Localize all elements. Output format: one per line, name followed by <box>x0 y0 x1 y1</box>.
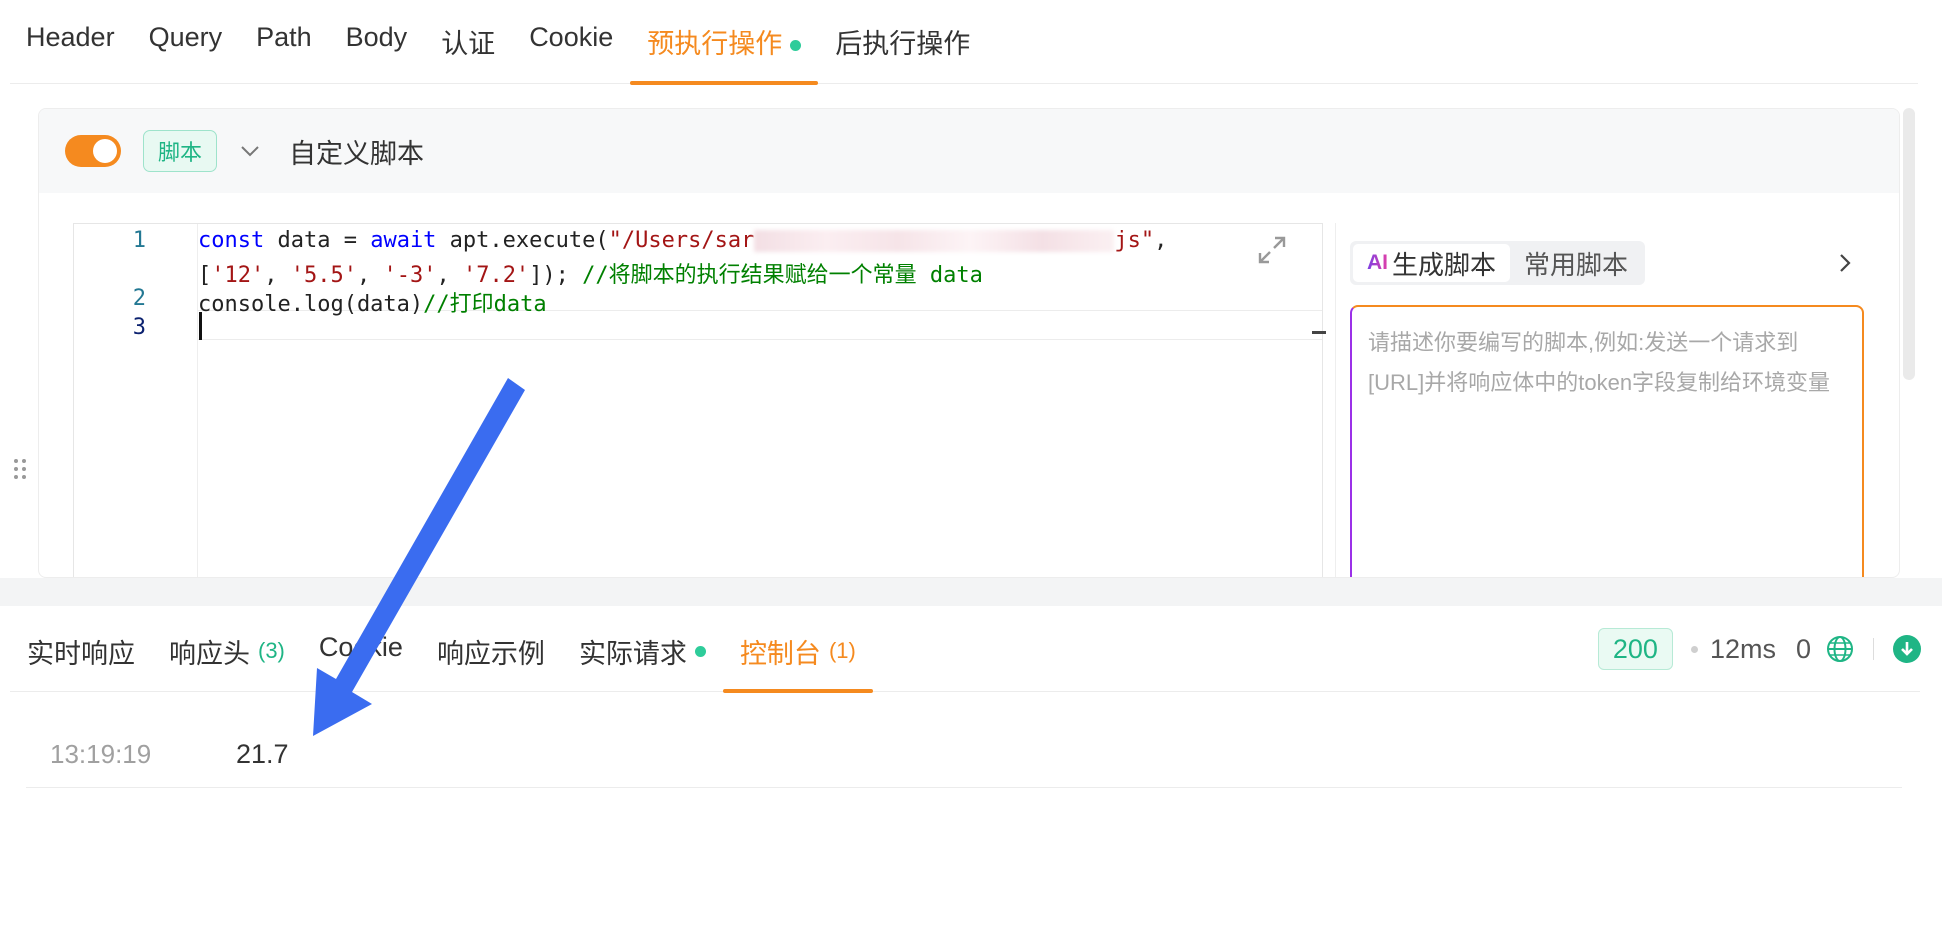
request-tabs: Header Query Path Body 认证 Cookie 预执行操作 后… <box>10 0 1918 85</box>
code-comment: //打印data <box>423 292 547 317</box>
status-dot <box>694 646 706 657</box>
tab-header[interactable]: Header <box>10 0 132 84</box>
tab-label: Body <box>345 22 408 52</box>
line-number: 2 <box>132 286 146 311</box>
status-code-badge: 200 <box>1597 628 1673 670</box>
pane-splitter[interactable] <box>0 578 1942 606</box>
line-gutter: 1 2 3 <box>74 224 198 577</box>
panel-scrollbar[interactable] <box>1903 108 1915 380</box>
tab-label: 控制台 <box>739 639 821 669</box>
code-line-1: const data = await apt.execute("/Users/s… <box>198 228 1167 253</box>
code-editor[interactable]: 1 2 3 const data = await apt.execute("/U… <box>73 223 1323 577</box>
ai-prompt-input[interactable] <box>1368 323 1846 577</box>
text-caret <box>199 312 202 340</box>
tab-body[interactable]: Body <box>329 0 425 84</box>
code-text: console.log(data) <box>198 292 424 317</box>
tab-count: (3) <box>258 638 285 663</box>
tab-response-cookie[interactable]: Cookie <box>302 606 420 692</box>
tab-generate-script[interactable]: AI 生成脚本 <box>1353 244 1511 282</box>
log-timestamp: 13:19:19 <box>50 739 152 769</box>
tab-label: 预执行操作 <box>647 29 783 59</box>
tab-label: 响应示例 <box>436 639 545 669</box>
tab-response-examples[interactable]: 响应示例 <box>420 606 562 692</box>
tab-auth[interactable]: 认证 <box>424 0 512 84</box>
log-value: 21.7 <box>236 739 289 769</box>
tab-actual-request[interactable]: 实际请求 <box>562 606 723 692</box>
tab-label: 实时响应 <box>27 639 135 669</box>
ai-logo-icon: AI <box>1367 251 1388 274</box>
tab-live-response[interactable]: 实时响应 <box>10 606 152 692</box>
tab-label: Path <box>256 22 312 52</box>
tab-label: 常用脚本 <box>1524 249 1629 280</box>
ai-script-panel: AI 生成脚本 常用脚本 <box>1335 223 1875 577</box>
code-text: ]); <box>529 263 583 288</box>
code-text: [ <box>198 263 212 288</box>
tab-label: 认证 <box>441 29 496 59</box>
separator-dot <box>1690 645 1698 653</box>
expand-icon[interactable] <box>1254 232 1290 268</box>
tab-pre-processors[interactable]: 预执行操作 <box>630 0 819 85</box>
api-request-editor: Header Query Path Body 认证 Cookie 预执行操作 后… <box>0 0 1942 940</box>
script-panel: 脚本 自定义脚本 1 2 3 const data = await apt.ex… <box>38 108 1900 578</box>
enable-toggle[interactable] <box>65 135 121 167</box>
tab-label: 生成脚本 <box>1392 249 1497 280</box>
console-log-row: 13:19:19 21.7 <box>26 722 1902 788</box>
string-literal: '5.5' <box>290 263 357 288</box>
drag-handle-icon[interactable] <box>12 457 28 481</box>
chevron-down-icon[interactable] <box>239 140 261 162</box>
keyword: const <box>198 228 265 253</box>
minimap-marker <box>1312 331 1326 334</box>
string-literal: js" <box>1114 228 1155 253</box>
tab-label: Cookie <box>529 22 614 52</box>
tab-post-processors[interactable]: 后执行操作 <box>818 0 987 84</box>
script-panel-header: 脚本 自定义脚本 <box>39 109 1899 193</box>
string-literal: '12' <box>211 263 265 288</box>
toggle-knob <box>93 139 117 163</box>
tab-path[interactable]: Path <box>239 0 329 84</box>
status-dot <box>790 40 802 51</box>
tab-common-scripts[interactable]: 常用脚本 <box>1510 244 1642 282</box>
tab-count: (1) <box>828 638 856 663</box>
tab-query[interactable]: Query <box>132 0 240 84</box>
ai-tabs: AI 生成脚本 常用脚本 <box>1350 241 1646 285</box>
divider <box>1873 638 1874 660</box>
code-text: apt.execute( <box>436 228 609 253</box>
tab-label: Query <box>148 22 223 52</box>
line-number: 3 <box>132 315 146 340</box>
script-type-tag[interactable]: 脚本 <box>143 130 218 172</box>
code-line-2: console.log(data)//打印data <box>198 286 547 318</box>
code-text: data = <box>264 228 371 253</box>
download-icon[interactable] <box>1892 634 1922 664</box>
string-literal: '7.2' <box>462 263 530 288</box>
tab-label: 后执行操作 <box>835 29 971 59</box>
line-number: 1 <box>132 228 146 253</box>
ai-prompt-box <box>1350 305 1864 577</box>
tab-label: 实际请求 <box>578 639 687 669</box>
string-literal: "/Users/sar <box>608 228 755 253</box>
script-title: 自定义脚本 <box>289 138 425 169</box>
tab-label: Header <box>26 22 115 52</box>
code-comment: //将脚本的执行结果赋给一个常量 data <box>582 263 983 288</box>
string-literal: '-3' <box>383 263 437 288</box>
chevron-right-icon[interactable] <box>1835 251 1855 275</box>
tab-console[interactable]: 控制台 (1) <box>722 606 873 693</box>
tab-cookie[interactable]: Cookie <box>512 0 630 84</box>
globe-icon[interactable] <box>1825 634 1855 664</box>
code-text: , <box>1154 228 1168 253</box>
tab-label: 响应头 <box>169 639 250 669</box>
response-time: 12ms <box>1709 633 1776 664</box>
tab-response-headers[interactable]: 响应头 (3) <box>152 606 302 692</box>
redacted-path <box>754 230 1115 252</box>
code-line-1-wrap: ['12', '5.5', '-3', '7.2']); //将脚本的执行结果赋… <box>198 263 983 288</box>
response-size: 0 <box>1795 633 1811 664</box>
keyword: await <box>370 228 437 253</box>
tab-label: Cookie <box>318 632 403 662</box>
response-status: 200 12ms 0 <box>1597 628 1922 670</box>
